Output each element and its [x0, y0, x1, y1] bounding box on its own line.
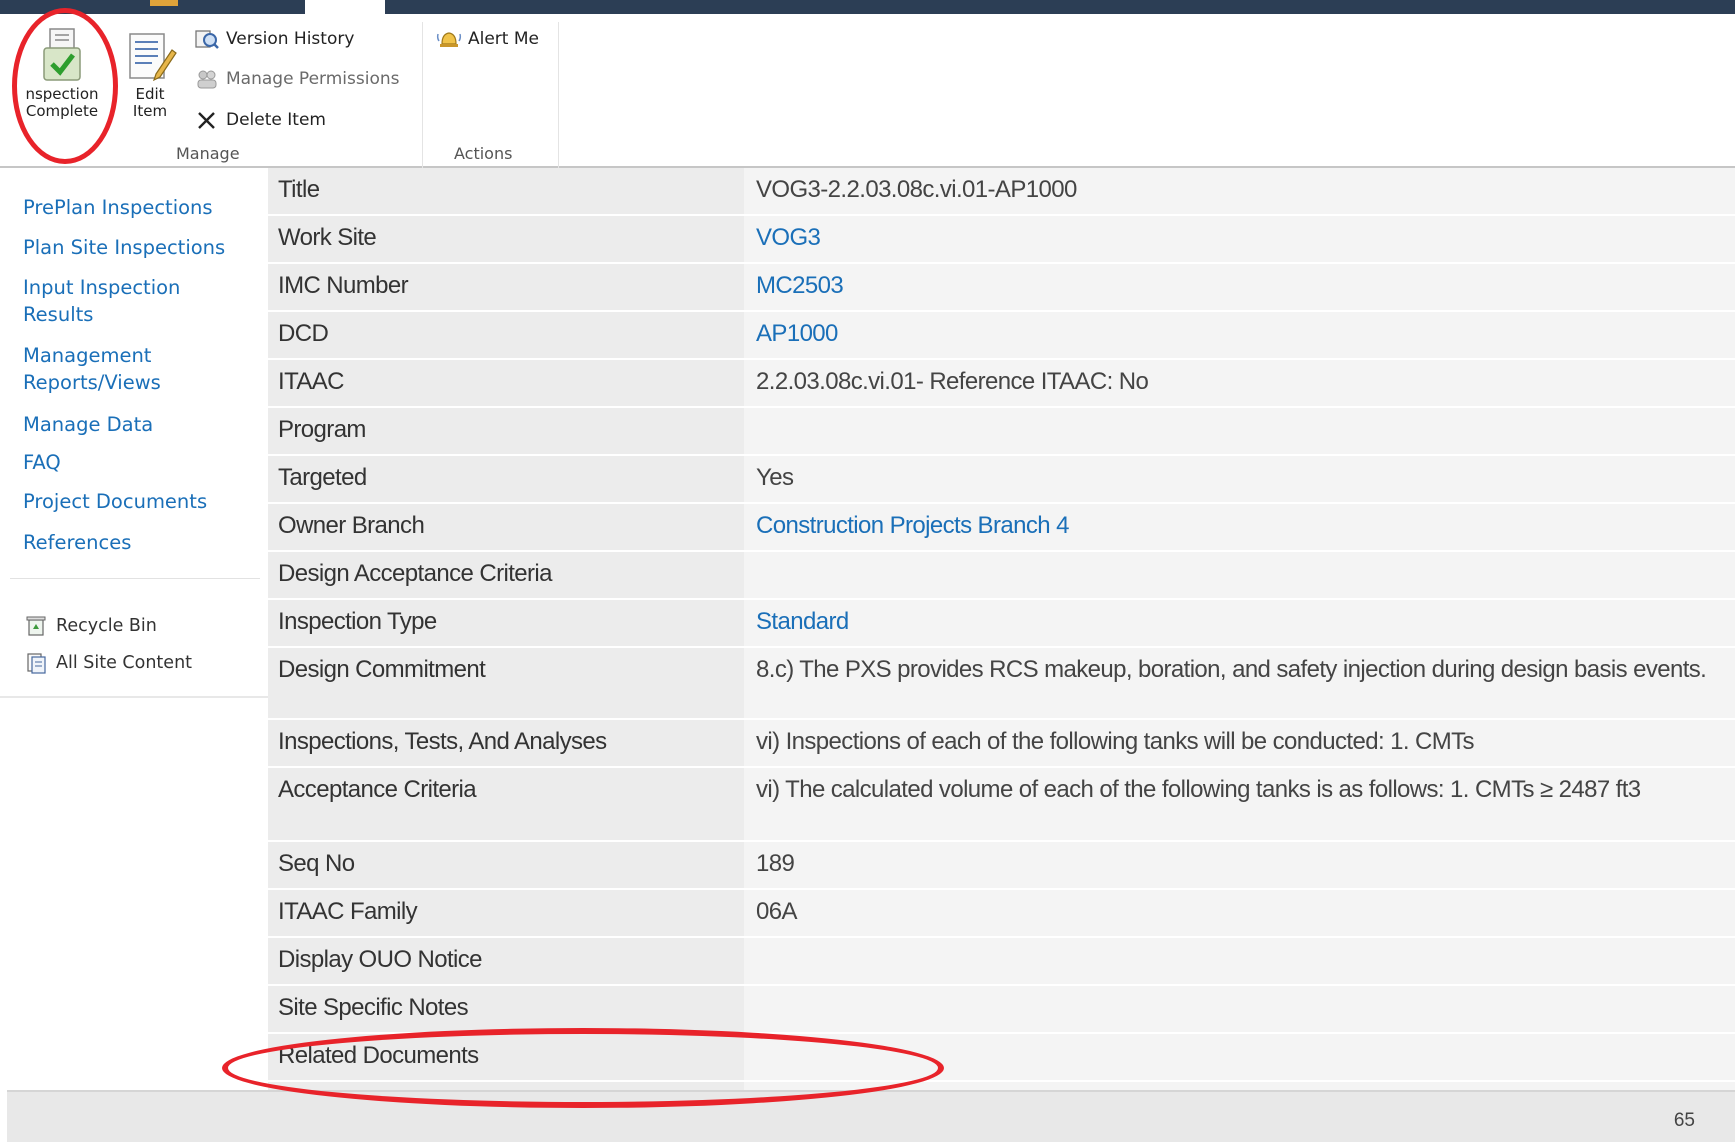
version-history-icon [195, 30, 219, 49]
annotation-circle-ribbon [12, 8, 118, 164]
property-value-link[interactable]: Standard [744, 600, 1735, 646]
manage-group-label: Manage [176, 144, 240, 163]
item-properties-table: Title VOG3-2.2.03.08c.vi.01-AP1000 Work Si… [268, 168, 1735, 1130]
property-value: vi) The calculated volume of each of the… [744, 768, 1735, 840]
slide-footer-bar: 65 [7, 1090, 1735, 1142]
property-label: Site Specific Notes [268, 986, 744, 1032]
nav-manage-data[interactable]: Manage Data [23, 411, 153, 438]
recycle-bin-label: Recycle Bin [56, 616, 157, 636]
property-value: vi) Inspections of each of the following… [744, 720, 1735, 766]
property-row: Targeted Yes [268, 456, 1735, 504]
property-value [744, 938, 1735, 984]
property-row: ITAAC 2.2.03.08c.vi.01- Reference ITAAC: … [268, 360, 1735, 408]
property-row: ITAAC Family 06A [268, 890, 1735, 938]
nav-preplan-inspections[interactable]: PrePlan Inspections [23, 194, 213, 221]
nav-references[interactable]: References [23, 529, 131, 556]
property-label: Owner Branch [268, 504, 744, 550]
nav-input-inspection-results[interactable]: Input Inspection Results [23, 274, 243, 328]
property-value: 06A [744, 890, 1735, 936]
property-value: VOG3-2.2.03.08c.vi.01-AP1000 [744, 168, 1735, 214]
nav-project-documents[interactable]: Project Documents [23, 488, 207, 515]
property-label: Program [268, 408, 744, 454]
property-value [744, 552, 1735, 598]
manage-permissions-button[interactable]: Manage Permissions [194, 68, 399, 90]
property-value-link[interactable]: AP1000 [744, 312, 1735, 358]
version-history-label: Version History [226, 29, 355, 49]
property-row: Title VOG3-2.2.03.08c.vi.01-AP1000 [268, 168, 1735, 216]
property-value-link[interactable]: MC2503 [744, 264, 1735, 310]
property-label: ITAAC Family [268, 890, 744, 936]
all-site-content-label: All Site Content [56, 653, 193, 673]
property-label: ITAAC [268, 360, 744, 406]
property-label: Seq No [268, 842, 744, 888]
property-row: Inspection Type Standard [268, 600, 1735, 648]
edit-item-label-line2: Item [132, 102, 168, 120]
property-row: Program [268, 408, 1735, 456]
property-label: DCD [268, 312, 744, 358]
ribbon-toolbar: nspection Complete Edit Item Version His… [0, 14, 1735, 170]
property-label: Work Site [268, 216, 744, 262]
actions-group-label: Actions [454, 144, 513, 163]
nav-faq[interactable]: FAQ [23, 449, 61, 476]
property-row: Site Specific Notes [268, 986, 1735, 1034]
alert-me-icon [436, 32, 462, 47]
property-row: Acceptance Criteria vi) The calculated vo… [268, 768, 1735, 842]
property-value-link[interactable]: VOG3 [744, 216, 1735, 262]
all-site-content-link[interactable]: All Site Content [25, 652, 192, 674]
delete-icon [198, 112, 215, 129]
alert-me-button[interactable]: Alert Me [436, 28, 539, 50]
nav-management-reports[interactable]: Management Reports/Views [23, 342, 243, 396]
property-row: Inspections, Tests, And Analyses vi) Insp… [268, 720, 1735, 768]
delete-item-label: Delete Item [226, 110, 326, 130]
ribbon-group-divider [422, 22, 423, 170]
edit-item-button[interactable]: Edit Item [118, 28, 182, 120]
property-row: Design Commitment 8.c) The PXS provides R… [268, 648, 1735, 720]
edit-item-icon [129, 33, 177, 82]
ribbon-group-divider-2 [558, 22, 559, 170]
recycle-bin-link[interactable]: Recycle Bin [25, 615, 157, 637]
property-row: Seq No 189 [268, 842, 1735, 890]
site-content-icon [27, 653, 46, 674]
property-value: 8.c) The PXS provides RCS makeup, borati… [744, 648, 1735, 718]
property-value: 189 [744, 842, 1735, 888]
property-row: IMC Number MC2503 [268, 264, 1735, 312]
active-ribbon-tab[interactable] [305, 0, 385, 14]
manage-permissions-label: Manage Permissions [226, 69, 400, 89]
alert-me-label: Alert Me [468, 29, 539, 49]
property-label: Inspections, Tests, And Analyses [268, 720, 744, 766]
property-row: Owner Branch Construction Projects Branch… [268, 504, 1735, 552]
property-value: 2.2.03.08c.vi.01- Reference ITAAC: No [744, 360, 1735, 406]
property-row: Design Acceptance Criteria [268, 552, 1735, 600]
version-history-button[interactable]: Version History [194, 28, 354, 50]
property-value-link[interactable]: Construction Projects Branch 4 [744, 504, 1735, 550]
tab-accent [150, 0, 178, 6]
manage-permissions-icon [197, 70, 217, 89]
property-value [744, 408, 1735, 454]
property-label: Display OUO Notice [268, 938, 744, 984]
property-label: Design Commitment [268, 648, 744, 718]
property-row: Work Site VOG3 [268, 216, 1735, 264]
recycle-bin-icon [26, 616, 46, 636]
left-navigation: PrePlan Inspections Plan Site Inspection… [0, 168, 270, 698]
property-label: Targeted [268, 456, 744, 502]
edit-item-label-line1: Edit [135, 85, 165, 103]
nav-plan-site-inspections[interactable]: Plan Site Inspections [23, 234, 225, 261]
delete-item-button[interactable]: Delete Item [194, 109, 326, 131]
property-value: Yes [744, 456, 1735, 502]
property-label: Inspection Type [268, 600, 744, 646]
property-label: IMC Number [268, 264, 744, 310]
property-label: Acceptance Criteria [268, 768, 744, 840]
page-number: 65 [1673, 1110, 1695, 1131]
property-row: Display OUO Notice [268, 938, 1735, 986]
property-label: Design Acceptance Criteria [268, 552, 744, 598]
property-row: DCD AP1000 [268, 312, 1735, 360]
property-value [744, 986, 1735, 1032]
top-ribbon-bar [0, 0, 1735, 14]
nav-divider [10, 578, 260, 579]
annotation-circle-inspection-complete [222, 1028, 944, 1108]
property-label: Title [268, 168, 744, 214]
